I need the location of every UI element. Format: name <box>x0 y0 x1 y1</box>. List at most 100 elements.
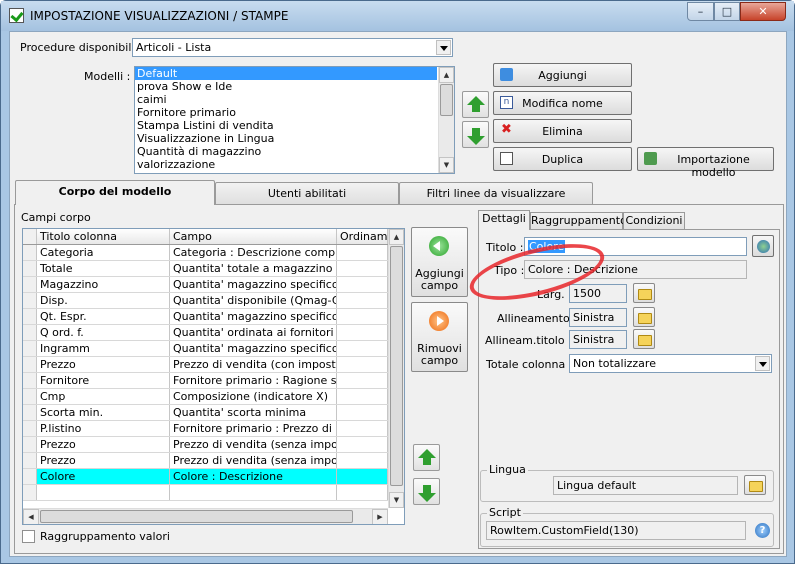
remove-field-button[interactable]: Rimuovi campo <box>411 302 468 372</box>
table-row[interactable]: PrezzoPrezzo di vendita (senza imposte) <box>23 437 388 453</box>
cell-ordinamento[interactable] <box>337 485 388 500</box>
modelli-list-item[interactable]: Stampa Listini di vendita <box>135 119 437 132</box>
chevron-down-icon[interactable] <box>436 40 451 55</box>
cell-titolo[interactable]: Qt. Espr. <box>37 309 170 324</box>
cell-titolo[interactable]: Prezzo <box>37 357 170 372</box>
cell-ordinamento[interactable] <box>337 469 388 484</box>
move-field-down-button[interactable] <box>413 478 440 505</box>
cell-campo[interactable]: Prezzo di vendita (con imposte) <box>170 357 337 372</box>
cell-titolo[interactable]: Categoria <box>37 245 170 260</box>
move-field-up-button[interactable] <box>413 444 440 471</box>
scroll-down-icon[interactable]: ▼ <box>389 492 404 508</box>
grid-vscrollbar[interactable]: ▲ ▼ <box>388 229 404 508</box>
table-row[interactable]: Disp.Quantita' disponibile (Qmag-Qord) <box>23 293 388 309</box>
table-row[interactable] <box>23 485 388 501</box>
row-indicator[interactable] <box>23 261 37 276</box>
modelli-list-item[interactable]: valorizzazione <box>135 158 437 171</box>
cell-titolo[interactable]: Totale <box>37 261 170 276</box>
chevron-down-icon[interactable] <box>755 356 770 371</box>
move-model-up-button[interactable] <box>462 91 489 118</box>
cell-campo[interactable]: Quantita' magazzino specifico <box>170 309 337 324</box>
grid-hscroll-thumb[interactable] <box>40 510 353 523</box>
modelli-list-item[interactable]: Default <box>135 67 437 80</box>
procedure-select[interactable]: Articoli - Lista <box>132 38 453 57</box>
cell-campo[interactable]: Categoria : Descrizione complet… <box>170 245 337 260</box>
cell-campo[interactable]: Quantita' magazzino specifico <box>170 277 337 292</box>
grid-hscrollbar[interactable]: ◀ ▶ <box>23 508 388 524</box>
row-indicator[interactable] <box>23 469 37 484</box>
campi-grid[interactable]: Titolo colonna Campo Ordinamento Categor… <box>22 228 405 525</box>
row-indicator[interactable] <box>23 405 37 420</box>
add-field-button[interactable]: Aggiungi campo <box>411 227 468 297</box>
move-model-down-button[interactable] <box>462 121 489 148</box>
cell-titolo[interactable]: Prezzo <box>37 437 170 452</box>
larg-folder-icon[interactable] <box>633 283 655 303</box>
modelli-list[interactable]: Default prova Show e Ide caimi Fornitore pr… <box>134 66 455 174</box>
cell-campo[interactable]: Composizione (indicatore X) <box>170 389 337 404</box>
cell-titolo[interactable] <box>37 485 170 500</box>
modelli-list-item[interactable]: Visualizzazione in Lingua <box>135 132 437 145</box>
cell-titolo[interactable]: Scorta min. <box>37 405 170 420</box>
scroll-left-icon[interactable]: ◀ <box>23 509 39 524</box>
cell-ordinamento[interactable] <box>337 357 388 372</box>
cell-titolo[interactable]: P.listino <box>37 421 170 436</box>
tab-corpo-del-modello[interactable]: Corpo del modello <box>15 180 215 205</box>
row-indicator[interactable] <box>23 421 37 436</box>
tab-filtri-linee[interactable]: Filtri linee da visualizzare <box>399 182 593 205</box>
cell-ordinamento[interactable] <box>337 389 388 404</box>
column-header-ordinamento[interactable]: Ordinamento <box>337 229 388 244</box>
cell-ordinamento[interactable] <box>337 437 388 452</box>
scroll-down-icon[interactable]: ▼ <box>439 157 454 173</box>
table-row[interactable]: Prezzo Prezzo di vendita (con imposte) <box>23 357 388 373</box>
cell-campo[interactable]: Fornitore primario : Ragione soci… <box>170 373 337 388</box>
row-indicator[interactable] <box>23 389 37 404</box>
tab-dettagli[interactable]: Dettagli <box>478 210 530 230</box>
cell-titolo[interactable]: Fornitore <box>37 373 170 388</box>
cell-titolo[interactable]: Disp. <box>37 293 170 308</box>
rename-model-button[interactable]: n Modifica nome <box>493 91 632 115</box>
lingua-folder-icon[interactable] <box>744 475 766 495</box>
cell-ordinamento[interactable] <box>337 325 388 340</box>
cell-campo[interactable]: Quantita' scorta minima <box>170 405 337 420</box>
table-row[interactable]: Ingramm Quantita' magazzino specifico <box>23 341 388 357</box>
row-indicator[interactable] <box>23 293 37 308</box>
table-row[interactable]: Q ord. f. Quantita' ordinata ai fornitori <box>23 325 388 341</box>
cell-campo[interactable]: Fornitore primario : Prezzo di listino <box>170 421 337 436</box>
row-indicator[interactable] <box>23 485 37 500</box>
row-indicator[interactable] <box>23 341 37 356</box>
cell-ordinamento[interactable] <box>337 341 388 356</box>
row-indicator[interactable] <box>23 437 37 452</box>
modelli-scrollbar[interactable]: ▲ ▼ <box>438 67 454 173</box>
raggruppamento-checkbox[interactable] <box>22 530 35 543</box>
tab-raggruppamento[interactable]: Raggruppamento <box>530 212 627 230</box>
cell-ordinamento[interactable] <box>337 261 388 276</box>
allineamento-folder-icon[interactable] <box>633 307 655 327</box>
help-icon[interactable]: ? <box>755 523 770 538</box>
cell-ordinamento[interactable] <box>337 373 388 388</box>
modelli-list-item[interactable]: prova Show e Ide <box>135 80 437 93</box>
cell-campo[interactable]: Quantita' totale a magazzino <box>170 261 337 276</box>
cell-ordinamento[interactable] <box>337 453 388 468</box>
close-button[interactable]: ✕ <box>740 2 786 21</box>
tab-utenti-abilitati[interactable]: Utenti abilitati <box>215 182 399 205</box>
duplicate-model-button[interactable]: Duplica <box>493 147 632 171</box>
cell-titolo[interactable]: Magazzino <box>37 277 170 292</box>
cell-campo[interactable] <box>170 485 337 500</box>
add-model-button[interactable]: Aggiungi <box>493 63 632 87</box>
row-indicator[interactable] <box>23 453 37 468</box>
cell-ordinamento[interactable] <box>337 405 388 420</box>
allineam-titolo-folder-icon[interactable] <box>633 329 655 349</box>
table-row[interactable]: Cmp Composizione (indicatore X) <box>23 389 388 405</box>
row-indicator[interactable] <box>23 357 37 372</box>
table-row[interactable]: Qt. Espr. Quantita' magazzino specifico <box>23 309 388 325</box>
cell-ordinamento[interactable] <box>337 277 388 292</box>
title-bar[interactable]: IMPOSTAZIONE VISUALIZZAZIONI / STAMPE – … <box>1 1 794 31</box>
cell-campo[interactable]: Quantita' disponibile (Qmag-Qord) <box>170 293 337 308</box>
cell-campo[interactable]: Prezzo di vendita (senza imposte) <box>170 437 337 452</box>
import-model-button[interactable]: Importazione modello <box>637 147 774 179</box>
modelli-list-item[interactable]: caimi <box>135 93 437 106</box>
cell-titolo[interactable]: Cmp <box>37 389 170 404</box>
modelli-list-item[interactable]: Fornitore primario <box>135 106 437 119</box>
table-row[interactable]: Magazzino Quantita' magazzino specifico <box>23 277 388 293</box>
column-header-campo[interactable]: Campo <box>170 229 337 244</box>
